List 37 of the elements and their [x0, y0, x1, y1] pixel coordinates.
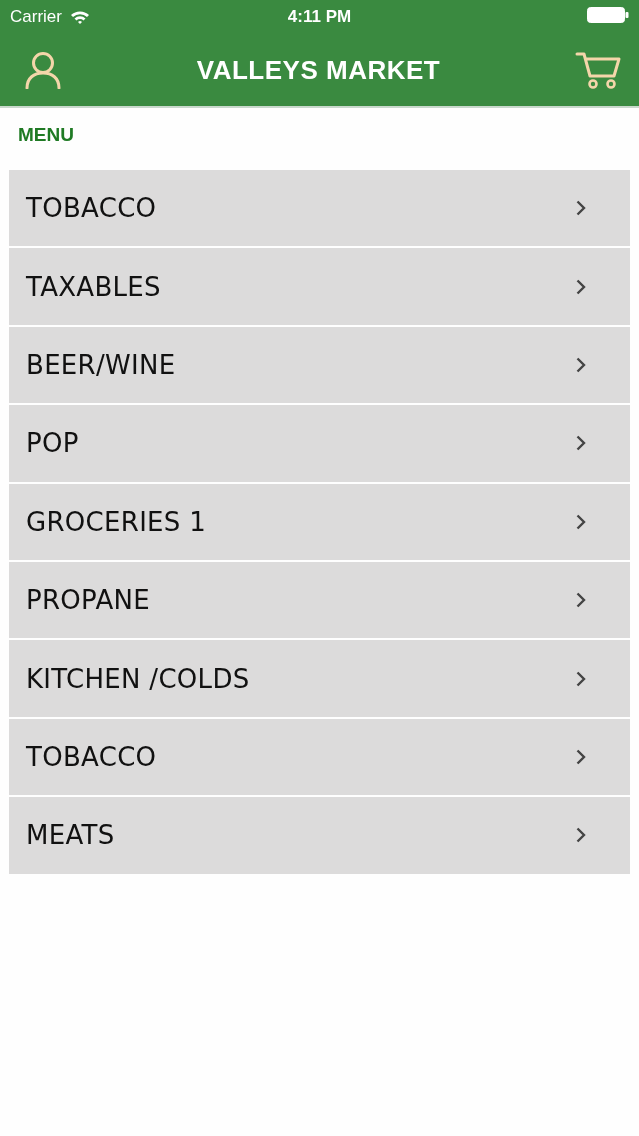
status-time: 4:11 PM	[287, 7, 352, 27]
menu-item-label: BEER/WINE	[26, 349, 176, 380]
chevron-right-icon	[576, 278, 586, 295]
menu-item-label: POP	[26, 428, 79, 459]
chevron-right-icon	[576, 748, 586, 765]
menu-item[interactable]: BEER/WINE	[9, 326, 630, 404]
menu-item[interactable]: TOBACCO	[9, 170, 630, 247]
chevron-right-icon	[576, 356, 586, 373]
battery-icon	[587, 7, 629, 23]
menu-item[interactable]: TAXABLES	[9, 248, 630, 325]
account-button[interactable]	[24, 51, 62, 89]
chevron-right-icon	[576, 670, 586, 687]
menu-item-label: PROPANE	[26, 585, 150, 616]
chevron-right-icon	[576, 827, 586, 844]
chevron-right-icon	[576, 513, 586, 530]
menu-item[interactable]: GROCERIES 1	[9, 483, 630, 560]
menu-item[interactable]: TOBACCO	[9, 718, 630, 796]
chevron-right-icon	[576, 200, 586, 217]
wifi-icon	[69, 10, 90, 24]
menu-item-label: TOBACCO	[26, 193, 157, 224]
cart-icon	[575, 51, 621, 89]
chevron-right-icon	[576, 592, 586, 609]
carrier-name: Carrier	[10, 7, 62, 27]
menu-item[interactable]: PROPANE	[9, 561, 630, 639]
app-title: VALLEYS MARKET	[196, 54, 441, 86]
menu-item-label: TAXABLES	[26, 271, 161, 302]
menu-item[interactable]: KITCHEN /COLDS	[9, 640, 630, 717]
menu-item-label: GROCERIES 1	[26, 506, 207, 537]
menu-item-label: TOBACCO	[26, 741, 157, 772]
chevron-right-icon	[576, 435, 586, 452]
cart-button[interactable]	[575, 51, 621, 89]
section-heading: MENU	[17, 123, 75, 147]
person-icon	[24, 51, 62, 89]
menu-item[interactable]: MEATS	[9, 797, 630, 874]
menu-item[interactable]: POP	[9, 405, 630, 482]
menu-item-label: MEATS	[26, 820, 115, 851]
menu-item-label: KITCHEN /COLDS	[26, 663, 250, 694]
